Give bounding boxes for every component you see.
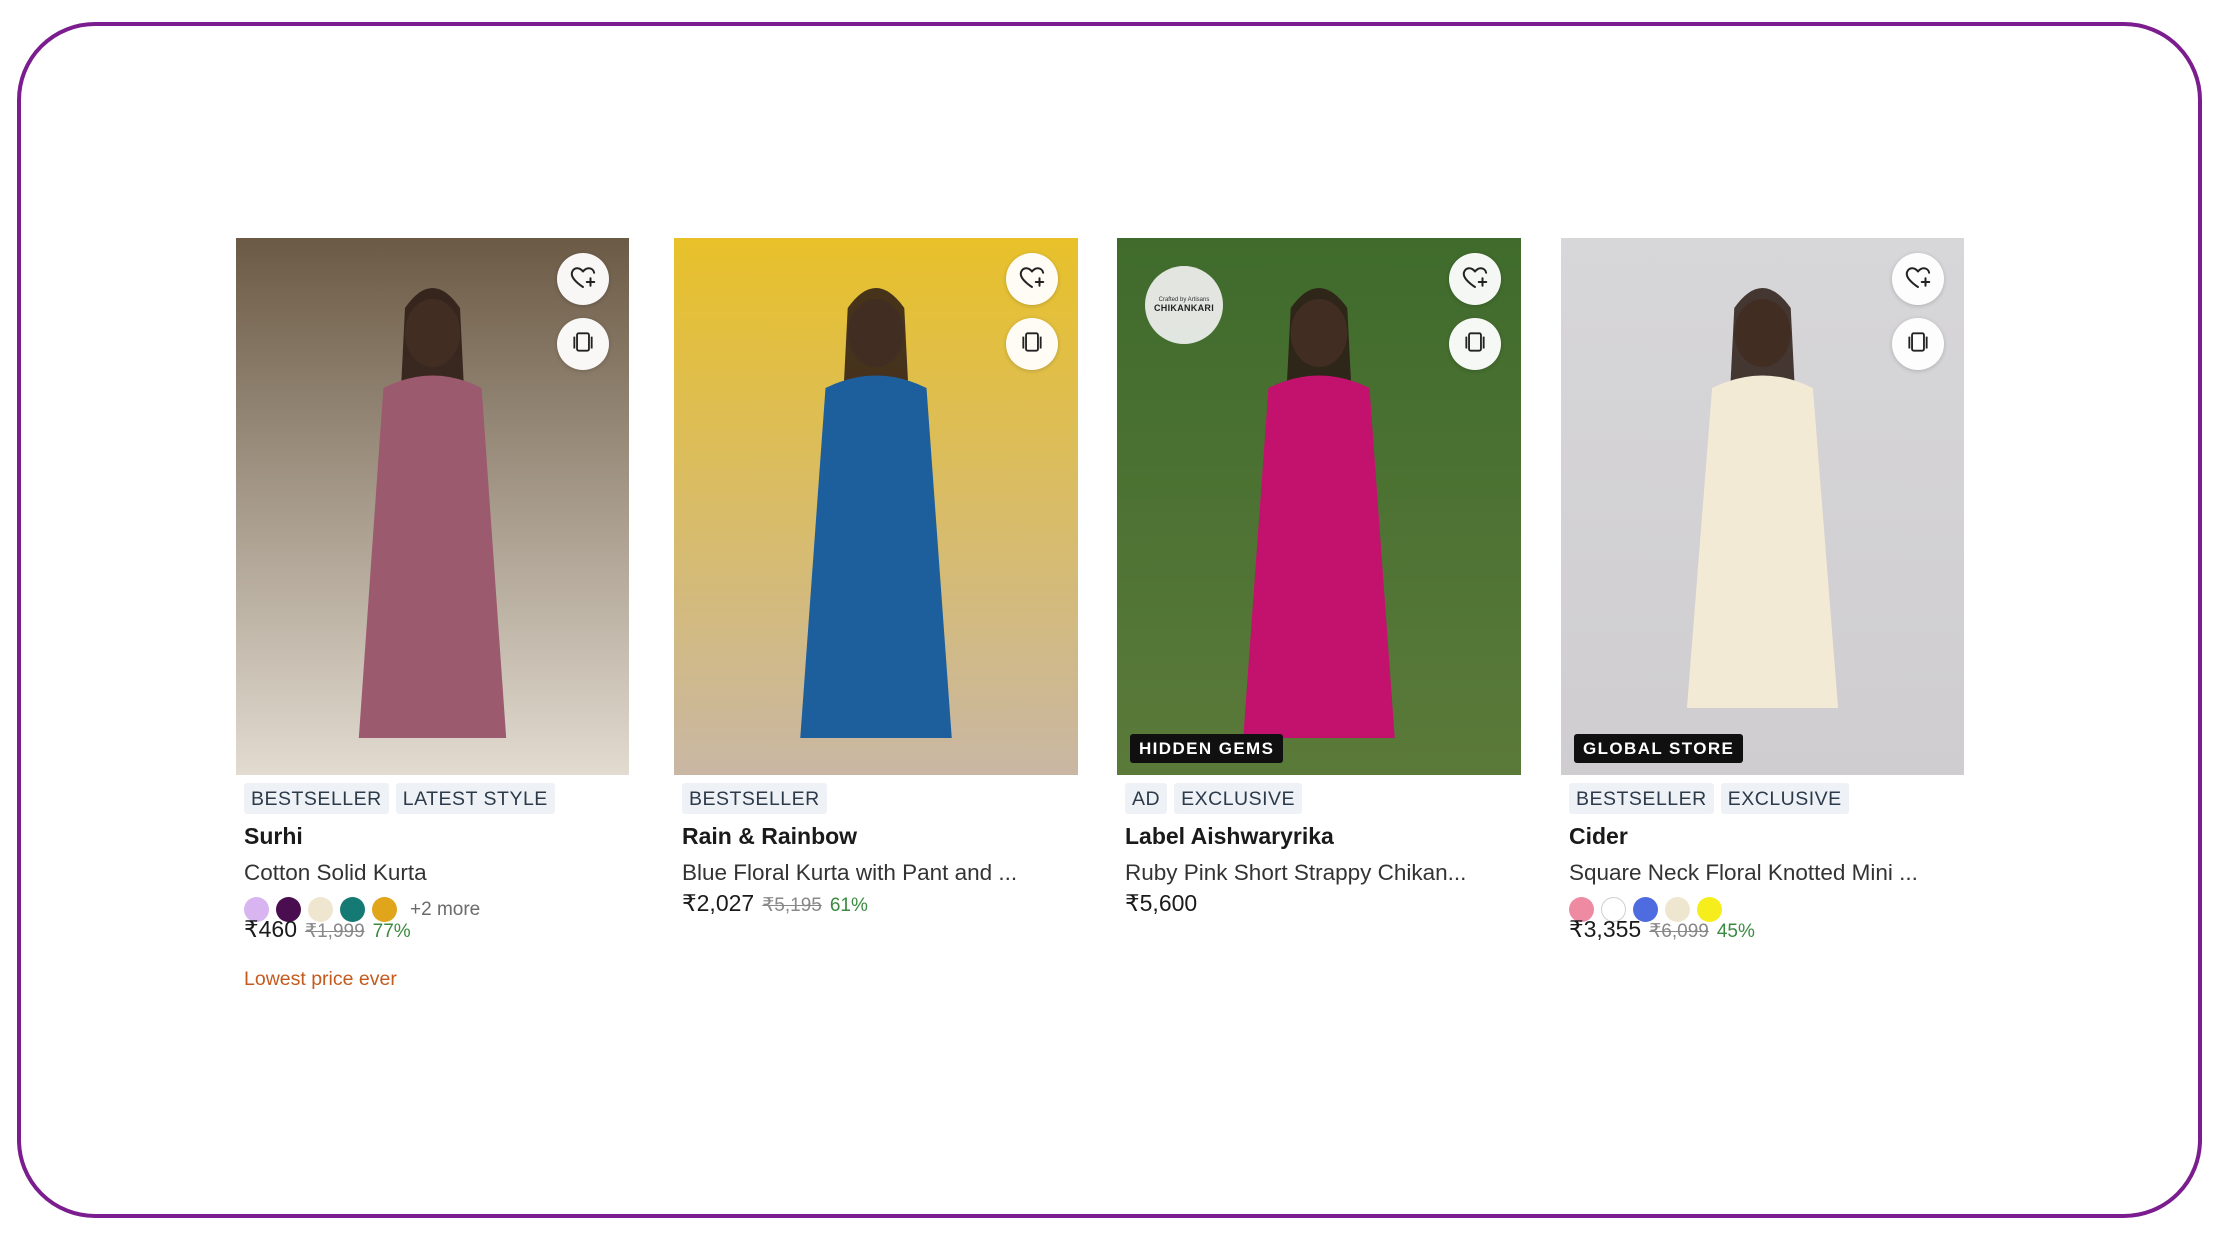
garment (1243, 375, 1395, 738)
heart-plus-icon (568, 262, 598, 297)
selling-price: ₹3,355 (1569, 916, 1642, 942)
product-image[interactable]: GLOBAL STORE (1561, 238, 1964, 775)
wishlist-button[interactable] (1892, 253, 1944, 305)
discount-percent: 61% (829, 895, 868, 916)
brand-name[interactable]: Surhi (244, 823, 303, 850)
product-image[interactable]: Crafted by Artisans CHIKANKARI HIDDEN GEMS (1117, 238, 1521, 775)
brand-name[interactable]: Label Aishwaryrika (1125, 823, 1334, 850)
product-tags: AD EXCLUSIVE (1125, 783, 1303, 814)
product-card[interactable]: BESTSELLER LATEST STYLE Surhi Cotton Solid … (236, 238, 629, 990)
product-tag: BESTSELLER (682, 783, 827, 814)
heart-plus-icon (1460, 262, 1490, 297)
product-card[interactable]: BESTSELLER Rain & Rainbow Blue Floral Kurt… (674, 238, 1078, 916)
garment (1686, 375, 1839, 708)
selling-price: ₹460 (244, 916, 298, 942)
similar-products-button[interactable] (1006, 318, 1058, 370)
price-row: ₹2,027 ₹5,195 61% (682, 890, 868, 917)
similar-products-button[interactable] (1449, 318, 1501, 370)
original-price: ₹6,099 (1649, 921, 1709, 942)
seal-text: CHIKANKARI (1154, 303, 1214, 313)
selling-price: ₹2,027 (682, 890, 755, 916)
product-image[interactable] (674, 238, 1078, 775)
product-tags: BESTSELLER LATEST STYLE (244, 783, 555, 814)
product-tag: LATEST STYLE (395, 783, 555, 814)
product-name[interactable]: Cotton Solid Kurta (244, 860, 427, 886)
selling-price: ₹5,600 (1125, 890, 1198, 916)
wishlist-button[interactable] (557, 253, 609, 305)
product-tag: BESTSELLER (244, 783, 389, 814)
product-tags: BESTSELLER EXCLUSIVE (1569, 783, 1849, 814)
heart-plus-icon (1903, 262, 1933, 297)
more-colors-link[interactable]: +2 more (410, 899, 480, 921)
similar-icon (1462, 329, 1488, 360)
product-card[interactable]: Crafted by Artisans CHIKANKARI HIDDEN GEMS… (1117, 238, 1521, 916)
similar-products-button[interactable] (557, 318, 609, 370)
price-row: ₹3,355 ₹6,099 45% (1569, 916, 1755, 943)
product-name[interactable]: Square Neck Floral Knotted Mini ... (1569, 860, 1918, 886)
product-tag: AD (1125, 783, 1168, 814)
image-overlay-label: HIDDEN GEMS (1130, 734, 1284, 763)
original-price: ₹5,195 (762, 895, 822, 916)
original-price: ₹1,999 (305, 921, 365, 942)
similar-icon (1019, 329, 1045, 360)
chikankari-seal: Crafted by Artisans CHIKANKARI (1145, 266, 1223, 344)
wishlist-button[interactable] (1006, 253, 1058, 305)
discount-percent: 77% (372, 921, 411, 942)
price-row: ₹5,600 (1125, 890, 1197, 917)
product-tag: EXCLUSIVE (1174, 783, 1303, 814)
product-name[interactable]: Blue Floral Kurta with Pant and ... (682, 860, 1017, 886)
product-photo (1561, 238, 1964, 775)
brand-name[interactable]: Cider (1569, 823, 1628, 850)
product-tag: BESTSELLER (1569, 783, 1714, 814)
product-name[interactable]: Ruby Pink Short Strappy Chikan... (1125, 860, 1466, 886)
similar-icon (570, 329, 596, 360)
price-row: ₹460 ₹1,999 77% (244, 916, 411, 943)
wishlist-button[interactable] (1449, 253, 1501, 305)
garment (358, 375, 507, 738)
product-tags: BESTSELLER (682, 783, 827, 814)
product-photo (674, 238, 1078, 775)
similar-products-button[interactable] (1892, 318, 1944, 370)
garment (800, 375, 952, 738)
heart-plus-icon (1017, 262, 1047, 297)
brand-name[interactable]: Rain & Rainbow (682, 823, 857, 850)
similar-icon (1905, 329, 1931, 360)
discount-percent: 45% (1716, 921, 1755, 942)
product-photo (236, 238, 629, 775)
product-image[interactable] (236, 238, 629, 775)
product-card[interactable]: GLOBAL STORE BESTSELLER EXCLUSIVE Cider Squa… (1561, 238, 1964, 942)
image-overlay-label: GLOBAL STORE (1574, 734, 1744, 763)
lowest-price-note: Lowest price ever (244, 968, 397, 990)
product-tag: EXCLUSIVE (1720, 783, 1849, 814)
